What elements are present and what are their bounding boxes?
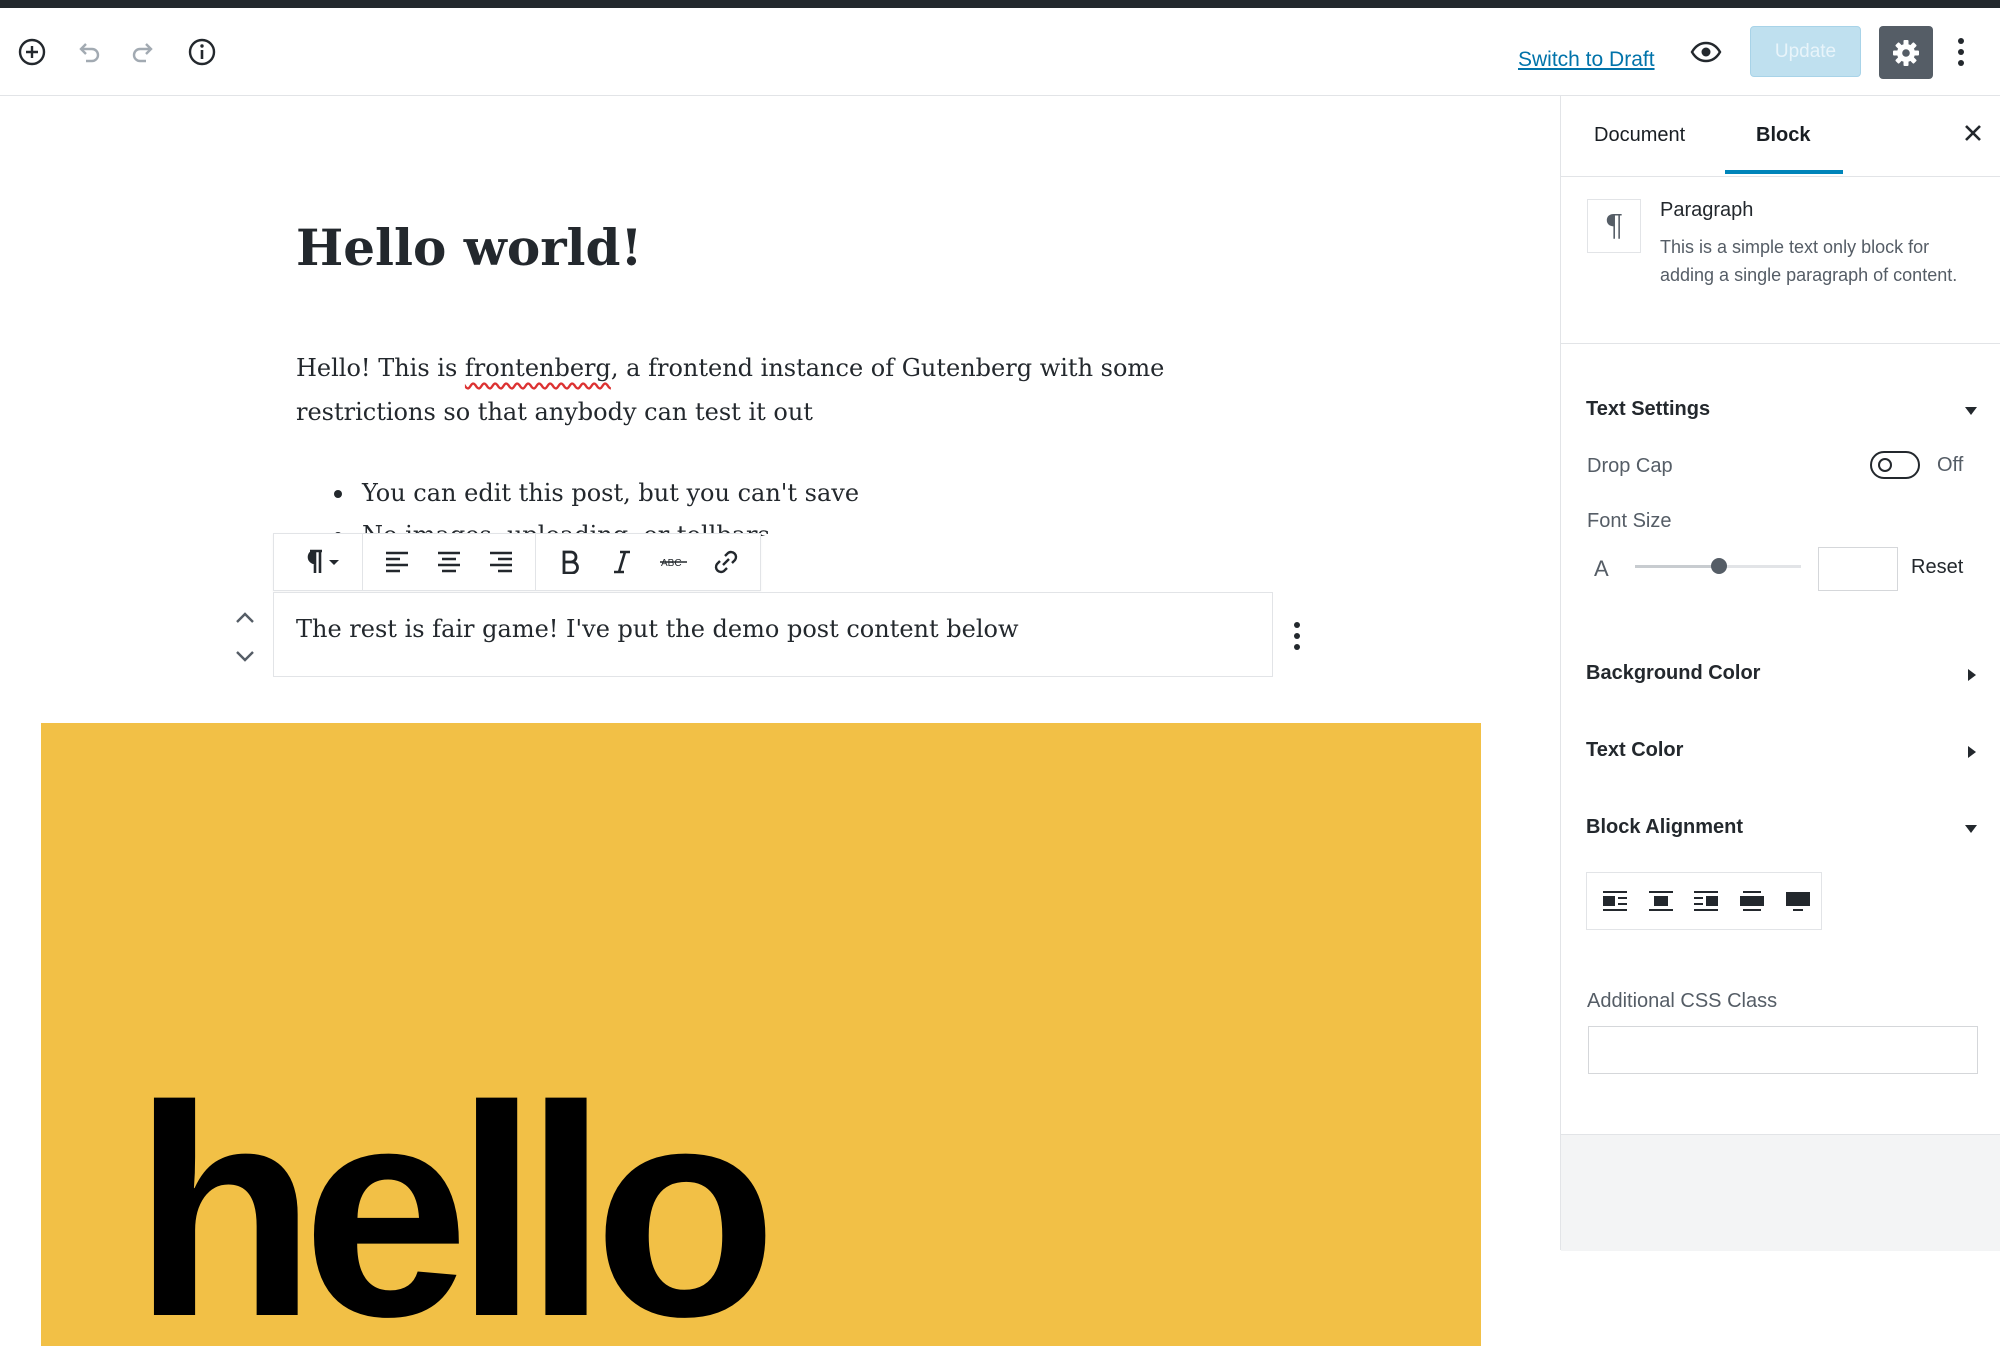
undo-button[interactable] [70,34,106,70]
editor-header: Switch to Draft Update [0,8,2000,96]
selected-paragraph-block[interactable]: The rest is fair game! I've put the demo… [273,592,1273,677]
redo-button[interactable] [126,34,162,70]
cover-heading: hello [133,1043,777,1346]
align-left-block-button[interactable] [1592,875,1638,927]
block-description: This is a simple text only block for add… [1660,237,1958,285]
text-color-panel-toggle[interactable]: Text Color [1586,739,1683,762]
align-left-icon [386,551,408,573]
italic-button[interactable] [596,534,648,590]
bold-icon [562,550,579,574]
chevron-down-icon[interactable] [230,644,260,668]
block-type-switcher[interactable] [282,534,354,590]
align-full-icon [1786,892,1811,911]
paragraph-icon: ¶ [1587,199,1641,253]
align-full-block-button[interactable] [1775,875,1821,927]
editor-canvas: Hello world! Hello! This is frontenberg,… [0,96,1560,1346]
text-settings-panel-toggle[interactable]: Text Settings [1586,398,1710,421]
align-left-block-icon [1602,891,1627,911]
more-vertical-icon [1294,622,1300,650]
align-center-block-icon [1648,891,1673,911]
formatting-toolbar: ABC [273,533,761,591]
font-size-icon: A [1594,556,1609,581]
more-vertical-icon [1958,38,1964,66]
font-size-slider-thumb[interactable] [1711,558,1727,574]
caret-down-icon[interactable] [1964,822,1978,836]
block-type-group [274,534,363,590]
list-block[interactable]: You can edit this post, but you can't sa… [296,472,1196,536]
align-wide-block-button[interactable] [1729,875,1775,927]
strikethrough-button[interactable]: ABC [648,534,700,590]
chevron-up-icon[interactable] [230,606,260,630]
post-title[interactable]: Hello world! [296,218,642,277]
undo-icon [79,43,100,63]
drop-cap-label: Drop Cap [1587,455,1673,477]
align-right-icon [490,551,512,573]
list-item: You can edit this post, but you can't sa… [296,472,1196,514]
bold-button[interactable] [544,534,596,590]
paragraph-icon [307,549,339,573]
close-icon[interactable] [1960,120,1986,146]
align-center-block-button[interactable] [1638,875,1684,927]
gear-icon [1893,39,1919,66]
selected-paragraph-text[interactable]: The rest is fair game! I've put the demo… [296,615,1019,643]
block-mover [230,606,260,676]
caret-down-icon[interactable] [1964,404,1978,418]
inline-format-group: ABC [536,534,760,590]
caret-right-icon[interactable] [1964,745,1978,759]
align-left-button[interactable] [371,534,423,590]
more-menu-button[interactable] [1948,34,1974,70]
block-card: ¶ Paragraph This is a simple text only b… [1561,177,2000,344]
link-icon [714,550,738,574]
eye-icon [1690,41,1722,63]
drop-cap-state: Off [1937,454,1964,476]
cover-image-block[interactable]: hello [41,723,1481,1346]
toggle-knob [1878,458,1892,472]
switch-to-draft-link[interactable]: Switch to Draft [1518,48,1655,72]
font-size-slider-fill [1635,565,1719,568]
sidebar-tabs: Document Block [1561,96,2000,177]
block-alignment-panel-toggle[interactable]: Block Alignment [1586,816,1743,839]
block-name: Paragraph [1660,199,1754,221]
align-right-block-icon [1694,891,1719,911]
block-alignment-toolbar [1586,872,1822,930]
align-center-button[interactable] [423,534,475,590]
tab-block[interactable]: Block [1756,124,1810,147]
info-icon [188,38,216,66]
font-size-label: Font Size [1587,510,1672,532]
link-button[interactable] [700,534,752,590]
svg-text:ABC: ABC [661,558,682,569]
preview-button[interactable] [1688,34,1724,70]
additional-css-input[interactable] [1588,1026,1978,1074]
info-button[interactable] [184,34,220,70]
paragraph-text: Hello! This is [296,354,465,382]
align-center-icon [438,551,460,573]
update-button[interactable]: Update [1750,26,1861,77]
add-block-button[interactable] [14,34,50,70]
font-size-reset-button[interactable]: Reset [1911,556,1963,579]
add-block-icon [18,38,46,66]
additional-css-label: Additional CSS Class [1587,990,1778,1012]
strikethrough-icon: ABC [660,558,687,569]
block-settings-menu-button[interactable] [1286,616,1308,656]
tab-document[interactable]: Document [1594,124,1685,147]
top-strip [0,0,2000,8]
alignment-group [363,534,536,590]
align-right-block-button[interactable] [1684,875,1730,927]
italic-icon [614,550,630,574]
font-size-input[interactable] [1818,547,1898,591]
background-color-panel-toggle[interactable]: Background Color [1586,662,1760,685]
caret-right-icon[interactable] [1964,668,1978,682]
align-right-button[interactable] [475,534,527,590]
redo-icon [132,43,153,63]
drop-cap-toggle[interactable] [1870,451,1920,479]
misspelled-word: frontenberg [464,354,611,382]
sidebar-empty-area [1561,1134,2000,1251]
settings-sidebar: Document Block ¶ Paragraph This is a sim… [1560,96,2000,1251]
active-tab-indicator [1725,170,1843,174]
settings-button[interactable] [1879,26,1933,79]
align-wide-icon [1740,891,1765,911]
paragraph-block[interactable]: Hello! This is frontenberg, a frontend i… [296,346,1196,434]
